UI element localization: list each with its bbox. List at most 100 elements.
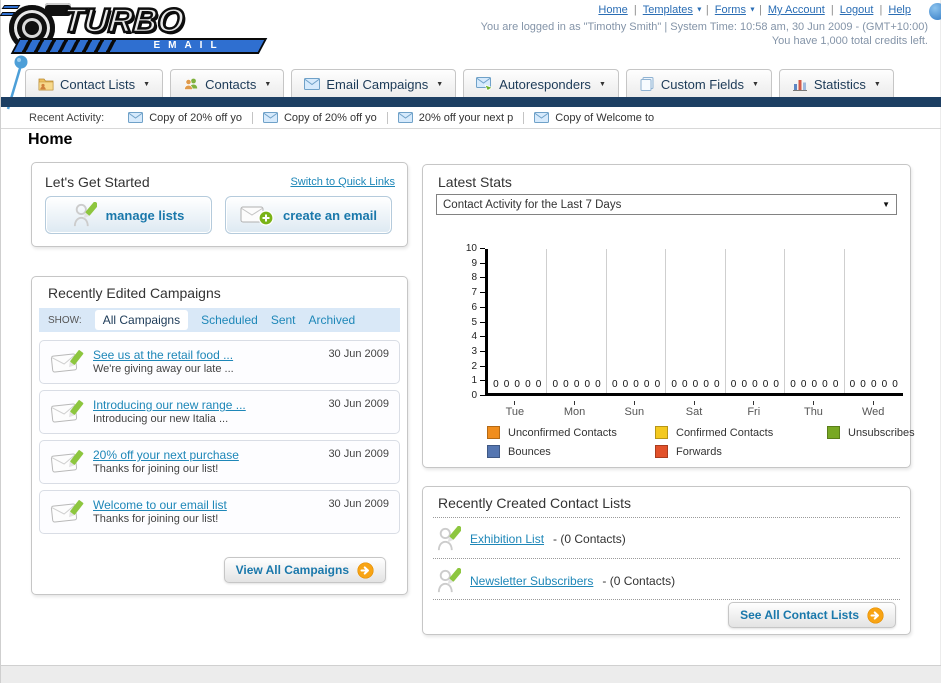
chart-value-label: 0 xyxy=(643,379,650,390)
speed-stripes-graphic xyxy=(13,40,121,52)
see-all-contact-lists-button[interactable]: See All Contact Lists xyxy=(728,602,896,628)
legend-item: Unsubscribes xyxy=(827,426,915,439)
chart-value-label: 0 xyxy=(503,379,510,390)
recent-activity-item[interactable]: Copy of 20% off yo xyxy=(253,111,388,124)
campaign-title-link[interactable]: Welcome to our email list xyxy=(93,498,227,512)
legend-item: Forwards xyxy=(655,445,827,458)
x-axis-label: Mon xyxy=(545,401,605,418)
manage-lists-button[interactable]: manage lists xyxy=(45,196,212,234)
chart-value-label: 0 xyxy=(730,379,737,390)
contact-list-row[interactable]: Newsletter Subscribers - (0 Contacts) xyxy=(437,565,675,597)
tab-contact-lists[interactable]: Contact Lists ▼ xyxy=(25,69,164,98)
chart-value-label: 0 xyxy=(611,379,618,390)
recent-activity-item[interactable]: Copy of 20% off yo xyxy=(118,111,253,124)
contact-list-link[interactable]: Newsletter Subscribers xyxy=(470,574,593,588)
envelope-icon xyxy=(534,112,550,123)
chart-day-group: 00000 xyxy=(845,249,903,393)
campaign-subtitle: Introducing our new Italia ... xyxy=(93,413,229,425)
y-axis-tick-label: 1 xyxy=(471,375,485,386)
legend-swatch xyxy=(655,445,668,458)
recent-activity-item[interactable]: Copy of Welcome to xyxy=(524,112,664,124)
chart-value-label: 0 xyxy=(713,379,720,390)
recent-activity-item[interactable]: 20% off your next p xyxy=(388,111,525,124)
nav-home-link[interactable]: Home xyxy=(598,4,627,16)
filter-all-campaigns[interactable]: All Campaigns xyxy=(94,310,189,330)
envelope-icon xyxy=(397,112,413,123)
legend-label: Bounces xyxy=(508,445,551,458)
envelope-icon xyxy=(128,112,144,123)
contact-lists-title: Recently Created Contact Lists xyxy=(438,495,631,511)
stats-selected-option: Contact Activity for the Last 7 Days xyxy=(443,198,622,211)
switch-quick-links[interactable]: Switch to Quick Links xyxy=(290,176,395,188)
activity-item-label: Copy of 20% off yo xyxy=(149,111,242,124)
filter-archived[interactable]: Archived xyxy=(309,313,356,327)
create-email-button[interactable]: create an email xyxy=(225,196,392,234)
nav-my-account-link[interactable]: My Account xyxy=(768,4,825,16)
latest-stats-title: Latest Stats xyxy=(438,174,512,190)
stats-period-select[interactable]: Contact Activity for the Last 7 Days ▼ xyxy=(436,194,897,215)
filter-scheduled[interactable]: Scheduled xyxy=(201,313,258,327)
recent-activity-label: Recent Activity: xyxy=(29,111,105,124)
filter-sent[interactable]: Sent xyxy=(271,313,296,327)
campaign-row[interactable]: See us at the retail food ... We're givin… xyxy=(39,340,400,384)
page-title: Home xyxy=(28,131,73,148)
contact-list-row[interactable]: Exhibition List - (0 Contacts) xyxy=(437,523,626,555)
campaign-title-link[interactable]: Introducing our new range ... xyxy=(93,398,246,412)
chart-day-group: 00000 xyxy=(547,249,607,393)
get-started-buttons: manage lists create an email xyxy=(45,196,392,234)
help-bubble-icon[interactable] xyxy=(929,3,941,20)
tab-email-campaigns[interactable]: Email Campaigns ▼ xyxy=(291,69,457,98)
contact-list-link[interactable]: Exhibition List xyxy=(470,532,544,546)
chart-value-label: 0 xyxy=(654,379,661,390)
tab-contacts[interactable]: Contacts ▼ xyxy=(170,69,285,98)
nav-templates-link[interactable]: Templates xyxy=(643,4,693,16)
tab-statistics[interactable]: Statistics ▼ xyxy=(778,69,894,98)
chart-value-label: 0 xyxy=(741,379,747,390)
campaign-title-link[interactable]: See us at the retail food ... xyxy=(93,348,233,362)
show-label: SHOW: xyxy=(48,314,82,326)
chart-value-label: 0 xyxy=(849,379,856,390)
logo-subtitle: EMAIL xyxy=(153,40,225,51)
page-footer-strip xyxy=(1,665,941,683)
view-all-campaigns-button[interactable]: View All Campaigns xyxy=(223,557,386,583)
nav-help-link[interactable]: Help xyxy=(888,4,911,16)
legend-item: Bounces xyxy=(487,445,655,458)
y-axis-tick-label: 10 xyxy=(466,243,485,254)
chart-value-label: 0 xyxy=(584,379,591,390)
nav-separator: | xyxy=(758,4,762,16)
campaign-row[interactable]: Welcome to our email list Thanks for join… xyxy=(39,490,400,534)
credits-text: You have 1,000 total credits left. xyxy=(771,35,928,47)
campaign-row[interactable]: 20% off your next purchase Thanks for joi… xyxy=(39,440,400,484)
tab-custom-fields[interactable]: Custom Fields ▼ xyxy=(625,69,772,98)
chart-value-label: 0 xyxy=(800,379,807,390)
campaign-date: 30 Jun 2009 xyxy=(328,498,389,510)
chevron-down-icon: ▼ xyxy=(873,80,881,88)
campaign-title-link[interactable]: 20% off your next purchase xyxy=(93,448,239,462)
chart-value-label: 0 xyxy=(762,379,769,390)
chart-value-label: 0 xyxy=(563,379,569,390)
pages-icon xyxy=(640,77,654,91)
nav-forms-link[interactable]: Forms xyxy=(715,4,746,16)
chart-day-group: 00000 xyxy=(666,249,726,393)
campaigns-title: Recently Edited Campaigns xyxy=(48,285,221,301)
chart-y-axis: 10 9 8 7 6 5 4 3 2 1 0 xyxy=(449,243,485,401)
chevron-down-icon: ▼ xyxy=(751,80,759,88)
app-logo[interactable]: TURBO EMAIL xyxy=(0,1,275,57)
chart-day-group: 00000 xyxy=(726,249,786,393)
activity-item-label: Copy of Welcome to xyxy=(555,111,655,124)
legend-item: Confirmed Contacts xyxy=(655,426,827,439)
x-axis-label: Fri xyxy=(724,401,784,418)
campaign-subtitle: We're giving away our late ... xyxy=(93,363,234,375)
envelope-pencil-icon xyxy=(50,500,84,523)
campaign-row[interactable]: Introducing our new range ... Introducing… xyxy=(39,390,400,434)
chart-value-label: 0 xyxy=(514,379,520,390)
chart-value-label: 0 xyxy=(703,379,709,390)
envelope-icon xyxy=(304,78,321,90)
logo-speed-bar: EMAIL xyxy=(10,38,268,54)
tab-autoresponders[interactable]: Autoresponders ▼ xyxy=(463,69,619,98)
manage-lists-label: manage lists xyxy=(105,207,185,223)
see-all-contact-lists-label: See All Contact Lists xyxy=(740,608,859,622)
arrow-right-circle-icon xyxy=(867,606,884,624)
nav-logout-link[interactable]: Logout xyxy=(840,4,874,16)
bar-chart-icon xyxy=(792,80,807,91)
